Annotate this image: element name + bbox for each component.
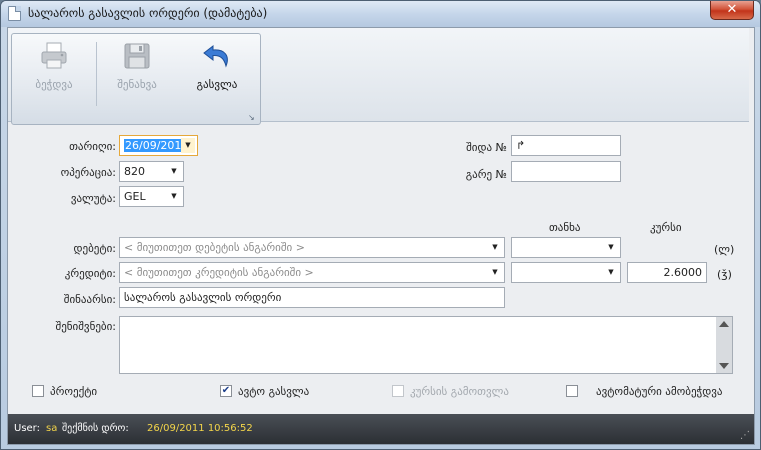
created-label: შექმნის დრო: xyxy=(62,423,129,434)
scroll-up-icon[interactable] xyxy=(719,321,729,327)
print-button[interactable]: ბეჭდვა xyxy=(18,40,90,96)
project-checkbox[interactable]: პროექტი xyxy=(32,385,97,398)
order-window: სალაროს გასავლის ორდერი (დამატება) ✕ ბეჭ… xyxy=(0,0,761,450)
notes-scrollbar[interactable] xyxy=(716,317,732,373)
internal-no-label: შიდა № xyxy=(466,141,507,154)
content-value: სალაროს გასავლის ორდერი xyxy=(124,291,282,304)
print-button-label: ბეჭდვა xyxy=(35,78,73,91)
debit-placeholder: < მიუთითეთ დებეტის ანგარიში > xyxy=(124,241,305,254)
currency-label: ვალუტა: xyxy=(70,192,116,205)
form-client-area: ბეჭდვა შენახვა გასვლა ↘ თარიღი: 26/09/20… xyxy=(7,27,755,445)
auto-print-checkbox[interactable]: ავტომატური ამობეჭდვა xyxy=(566,385,723,398)
credit-placeholder: < მიუთითეთ კრედიტის ანგარიში > xyxy=(124,266,314,279)
date-picker[interactable]: 26/09/2011 ▼ xyxy=(119,135,198,156)
debit-amount-select[interactable]: ▼ xyxy=(511,237,621,258)
auto-exit-checkbox[interactable]: ✔ ავტო გასვლა xyxy=(220,385,309,398)
auto-print-checkbox-label: ავტომატური ამობეჭდვა xyxy=(596,385,723,398)
ribbon-divider xyxy=(96,42,97,106)
operation-value: 820 xyxy=(124,165,145,178)
notes-label: შენიშვნები: xyxy=(55,320,116,333)
close-button[interactable]: ✕ xyxy=(710,1,754,20)
rate-calc-checkbox[interactable]: კურსის გამოთვლა xyxy=(392,385,509,398)
save-button[interactable]: შენახვა xyxy=(101,40,173,96)
operation-label: ოპერაცია: xyxy=(60,166,116,179)
chevron-down-icon[interactable]: ▼ xyxy=(604,240,618,255)
operation-select[interactable]: 820 ▼ xyxy=(119,161,184,182)
debit-account-select[interactable]: < მიუთითეთ დებეტის ანგარიში > ▼ xyxy=(119,237,505,258)
auto-exit-checkbox-label: ავტო გასვლა xyxy=(238,385,310,398)
checkbox-box[interactable] xyxy=(566,385,578,397)
credit-rate-value: 2.6000 xyxy=(663,266,703,279)
credit-currency-suffix: (ǯ) xyxy=(717,268,732,281)
window-title: სალაროს გასავლის ორდერი (დამატება) xyxy=(28,6,268,20)
chevron-down-icon[interactable]: ▼ xyxy=(488,240,502,255)
credit-rate-input[interactable]: 2.6000 xyxy=(627,262,707,283)
status-bar: User: sa შექმნის დრო: 26/09/2011 10:56:5… xyxy=(8,414,754,444)
internal-no-input[interactable]: ↱ xyxy=(511,135,621,156)
chevron-down-icon[interactable]: ▼ xyxy=(167,164,181,179)
group-launcher-icon[interactable]: ↘ xyxy=(248,113,257,122)
credit-label: კრედიტი: xyxy=(64,267,116,280)
currency-value: GEL xyxy=(124,190,146,203)
exit-button[interactable]: გასვლა xyxy=(181,40,253,96)
chevron-down-icon[interactable]: ▼ xyxy=(604,265,618,280)
date-value: 26/09/2011 xyxy=(124,139,190,152)
created-value: 26/09/2011 10:56:52 xyxy=(147,423,253,434)
resize-grip-icon[interactable]: ⋰ xyxy=(740,430,750,441)
external-no-label: გარე № xyxy=(465,168,507,181)
currency-select[interactable]: GEL ▼ xyxy=(119,186,184,207)
content-input[interactable]: სალაროს გასავლის ორდერი xyxy=(119,287,505,308)
undo-arrow-icon xyxy=(203,44,228,68)
document-icon xyxy=(8,6,21,21)
notes-textarea[interactable] xyxy=(119,316,733,374)
ribbon-group: ბეჭდვა შენახვა გასვლა ↘ xyxy=(11,33,261,125)
credit-amount-select[interactable]: ▼ xyxy=(511,262,621,283)
checkmark-icon[interactable]: ✔ xyxy=(220,385,232,397)
content-label: შინაარსი: xyxy=(63,293,116,306)
rate-column-header: კურსი xyxy=(650,221,682,234)
user-label: User: xyxy=(14,423,40,434)
project-checkbox-label: პროექტი xyxy=(50,385,98,398)
exit-button-label: გასვლა xyxy=(196,78,238,91)
internal-no-value: ↱ xyxy=(516,139,526,152)
chevron-down-icon[interactable]: ▼ xyxy=(167,189,181,204)
checkbox-box[interactable] xyxy=(32,385,44,397)
amount-column-header: თანხა xyxy=(549,221,581,234)
title-bar[interactable]: სალაროს გასავლის ორდერი (დამატება) ✕ xyxy=(1,1,760,27)
external-no-input[interactable] xyxy=(511,161,621,182)
chevron-down-icon[interactable]: ▼ xyxy=(181,138,195,153)
rate-calc-checkbox-label: კურსის გამოთვლა xyxy=(410,385,509,398)
checkbox-box[interactable] xyxy=(392,385,404,397)
printer-icon xyxy=(41,42,67,69)
date-label: თარიღი: xyxy=(69,140,116,153)
chevron-down-icon[interactable]: ▼ xyxy=(488,265,502,280)
debit-label: დებეტი: xyxy=(73,242,116,255)
debit-currency-suffix: (ლ) xyxy=(714,243,735,256)
save-button-label: შენახვა xyxy=(117,78,157,91)
user-value: sa xyxy=(46,423,58,434)
scroll-down-icon[interactable] xyxy=(719,363,729,369)
floppy-disk-icon xyxy=(124,43,150,69)
credit-account-select[interactable]: < მიუთითეთ კრედიტის ანგარიში > ▼ xyxy=(119,262,505,283)
